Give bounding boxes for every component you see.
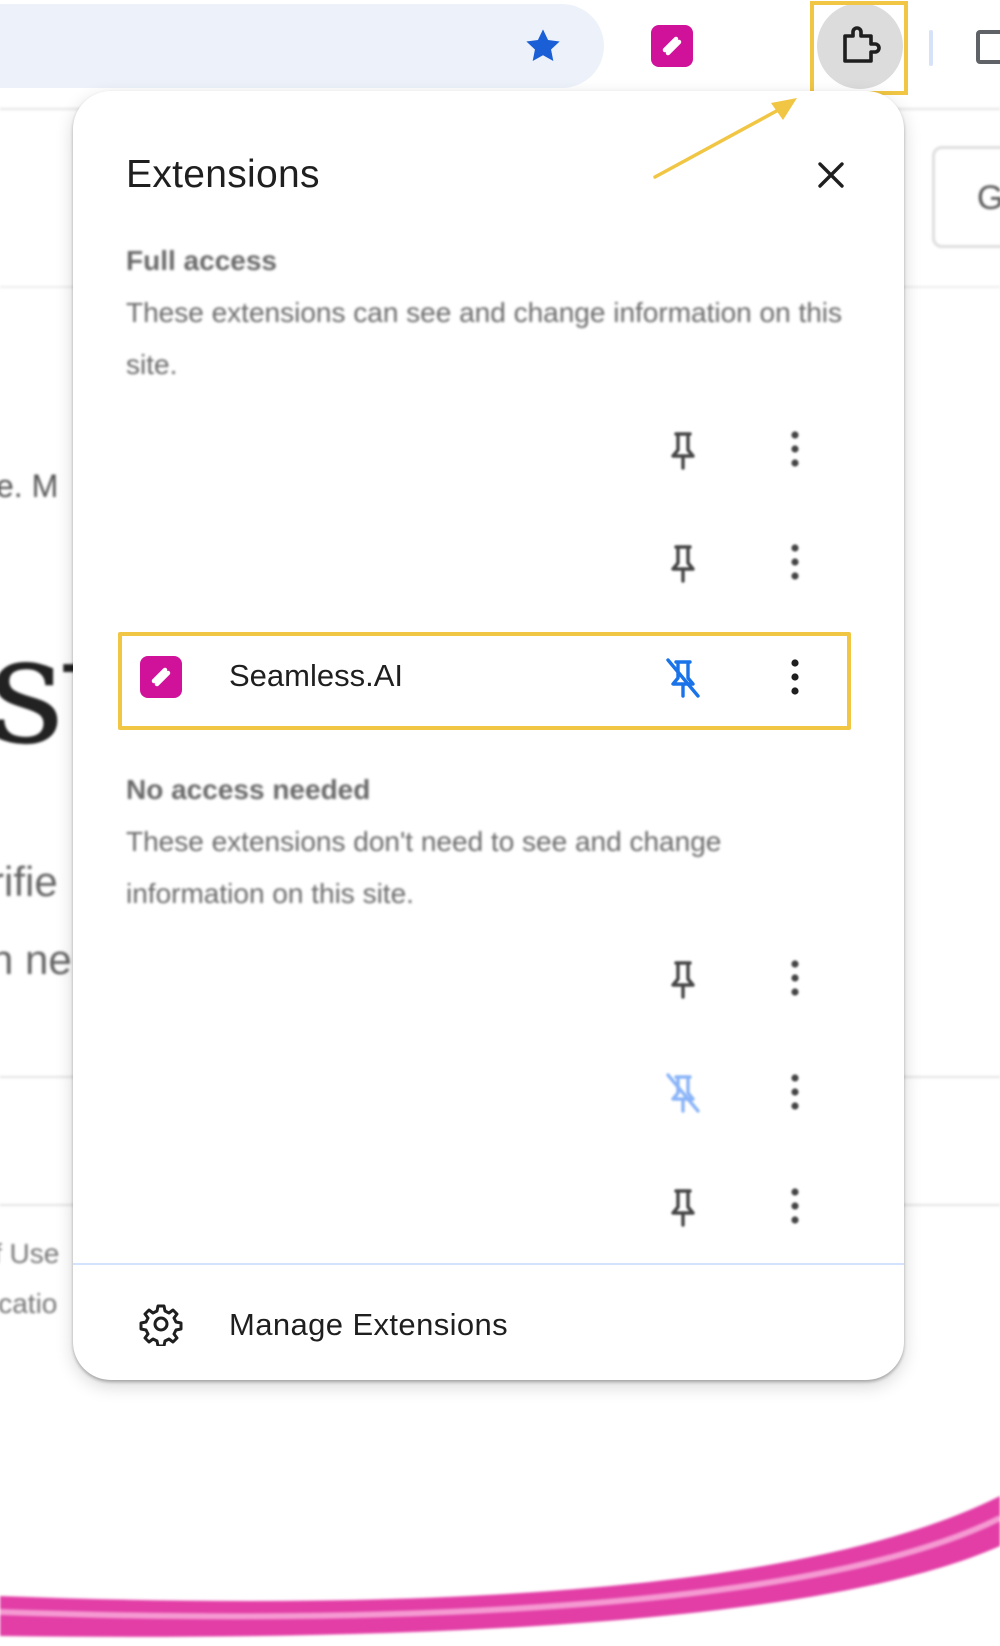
more-options-icon[interactable] [775, 424, 815, 474]
full-access-description: These extensions can see and change info… [126, 297, 843, 380]
manage-extensions-button[interactable]: Manage Extensions [73, 1276, 904, 1376]
close-icon[interactable] [807, 151, 855, 199]
extension-row[interactable] [73, 933, 904, 1023]
more-options-icon[interactable] [775, 1181, 815, 1231]
browser-toolbar [0, 0, 1000, 96]
page-text-fragment: n ne [0, 936, 72, 983]
footer-divider [73, 1263, 904, 1265]
pin-icon[interactable] [658, 953, 708, 1003]
more-options-icon[interactable] [775, 537, 815, 587]
no-access-heading: No access needed [126, 774, 371, 805]
toolbar-separator [929, 30, 933, 66]
extensions-popup: Extensions Full access These extensions … [73, 91, 904, 1380]
seamless-ai-toolbar-icon[interactable] [651, 25, 693, 67]
page-button: G [932, 146, 1000, 248]
seamless-logo-icon [662, 36, 682, 56]
more-options-icon[interactable] [775, 953, 815, 1003]
seamless-highlight-frame [118, 632, 851, 730]
page-text-fragment: icatio [0, 1288, 58, 1319]
extension-row[interactable] [73, 404, 904, 494]
no-access-description: These extensions don't need to see and c… [126, 826, 722, 909]
address-bar[interactable] [0, 4, 604, 88]
pin-icon[interactable] [658, 1181, 708, 1231]
unpin-icon[interactable] [658, 1067, 708, 1117]
pin-icon[interactable] [658, 424, 708, 474]
pin-icon[interactable] [658, 537, 708, 587]
popup-title: Extensions [126, 153, 320, 196]
decorative-swoosh [0, 1496, 1000, 1637]
manage-extensions-label: Manage Extensions [229, 1307, 509, 1342]
extension-row[interactable] [73, 517, 904, 607]
full-access-heading: Full access [126, 245, 277, 276]
page-text-fragment: rifie [0, 858, 58, 905]
page-text-fragment: e. M [0, 468, 59, 504]
gear-icon [139, 1304, 183, 1346]
star-icon[interactable] [522, 25, 564, 67]
extension-row[interactable] [73, 1161, 904, 1251]
puzzle-highlight-frame [810, 1, 908, 95]
toolbar-blank-area [713, 10, 797, 76]
window-icon[interactable] [976, 30, 1000, 64]
page-text-fragment: f Use [0, 1238, 60, 1269]
extension-row[interactable] [73, 1047, 904, 1137]
more-options-icon[interactable] [775, 1067, 815, 1117]
